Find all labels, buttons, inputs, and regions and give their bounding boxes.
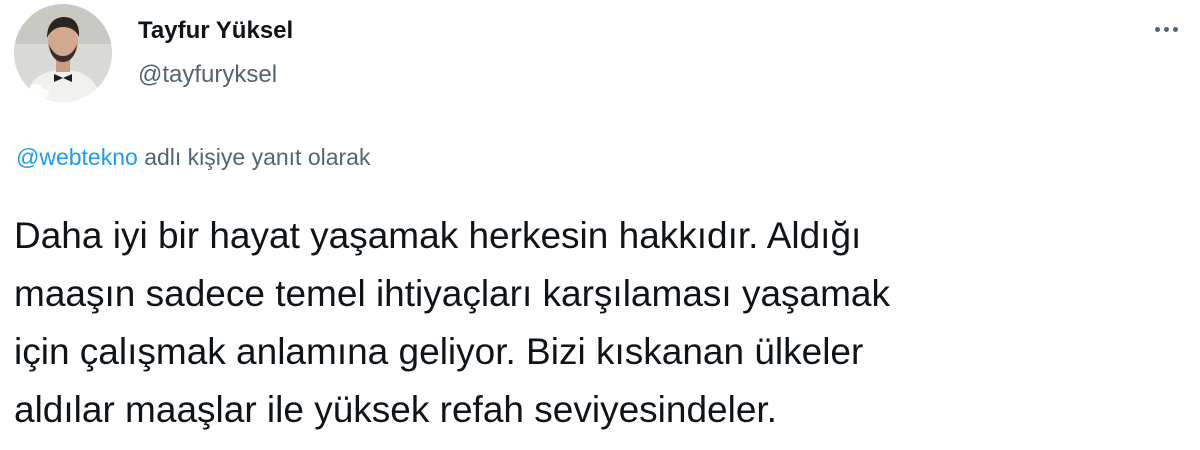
avatar-photo-icon	[14, 4, 112, 102]
tweet-card: Tayfur Yüksel @tayfuryksel @webtekno adl…	[0, 0, 1200, 450]
tweet-text: Daha iyi bir hayat yaşamak herkesin hakk…	[14, 215, 891, 430]
reply-mention-link[interactable]: @webtekno	[16, 144, 138, 170]
more-horizontal-icon	[1154, 26, 1160, 32]
more-options-button[interactable]	[1146, 14, 1186, 44]
author-display-name[interactable]: Tayfur Yüksel	[138, 17, 293, 45]
reply-context-label: adlı kişiye yanıt olarak	[137, 144, 371, 170]
more-horizontal-icon-dot	[1163, 26, 1169, 32]
author-handle[interactable]: @tayfuryksel	[138, 61, 277, 89]
reply-context: @webtekno adlı kişiye yanıt olarak	[16, 144, 370, 171]
more-horizontal-icon-dot	[1172, 26, 1178, 32]
author-avatar[interactable]	[14, 4, 112, 102]
